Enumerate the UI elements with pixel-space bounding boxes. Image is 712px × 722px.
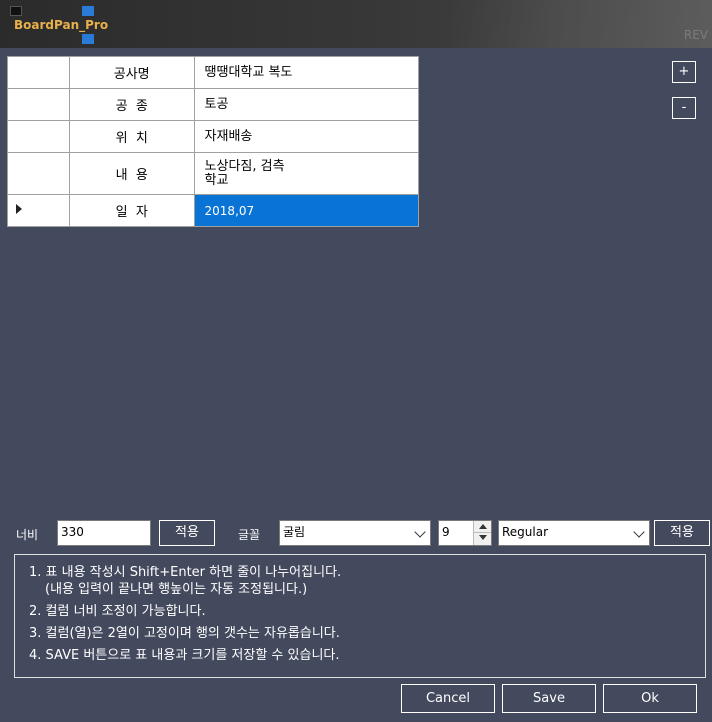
row-header[interactable] bbox=[7, 88, 70, 121]
logo-text: BoardPan_Pro bbox=[14, 18, 109, 32]
spin-down-icon[interactable] bbox=[479, 535, 487, 540]
row-header-current[interactable] bbox=[7, 194, 70, 227]
apply-width-button[interactable]: 적용 bbox=[159, 520, 215, 546]
row-label[interactable]: 공 종 bbox=[68, 88, 195, 121]
note-line: 1. 표 내용 작성시 Shift+Enter 하면 줄이 나누어집니다. bbox=[29, 565, 342, 580]
row-label[interactable]: 내 용 bbox=[68, 152, 195, 195]
note-line: 2. 컬럼 너비 조정이 가능합니다. bbox=[29, 604, 206, 619]
spin-up-icon[interactable] bbox=[479, 524, 487, 529]
logo-block-blue-top bbox=[82, 6, 94, 16]
row-label[interactable]: 공사명 bbox=[68, 56, 195, 89]
table-row[interactable]: 내 용 노상다짐, 검측 학교 bbox=[7, 152, 420, 195]
row-label[interactable]: 위 치 bbox=[68, 120, 195, 153]
table-row[interactable]: 일 자 2018,07 bbox=[7, 194, 420, 227]
row-value[interactable]: 노상다짐, 검측 학교 bbox=[193, 152, 420, 195]
logo-block-blue-bottom bbox=[82, 34, 94, 44]
save-button[interactable]: Save bbox=[502, 684, 596, 713]
row-header[interactable] bbox=[7, 152, 70, 195]
font-style-value: Regular bbox=[502, 525, 549, 539]
current-row-arrow-icon bbox=[16, 204, 22, 214]
font-size-value: 9 bbox=[442, 525, 450, 539]
row-value[interactable]: 땡땡대학교 복도 bbox=[193, 56, 420, 89]
width-input[interactable]: 330 bbox=[57, 520, 151, 546]
chevron-down-icon bbox=[633, 526, 645, 538]
row-value-line: 노상다짐, 검측 bbox=[204, 158, 285, 174]
spinner[interactable] bbox=[473, 521, 491, 545]
board-table: 공사명 땡땡대학교 복도 공 종 토공 위 치 자재배송 내 용 노상다짐, 검… bbox=[7, 56, 420, 227]
logo-block-dark bbox=[10, 6, 22, 16]
width-label: 너비 bbox=[16, 528, 39, 542]
row-value[interactable]: 토공 bbox=[193, 88, 420, 121]
ok-button[interactable]: Ok bbox=[603, 684, 697, 713]
row-value[interactable]: 자재배송 bbox=[193, 120, 420, 153]
remove-row-button[interactable]: - bbox=[672, 97, 696, 119]
title-bar: REV BoardPan_Pro bbox=[0, 0, 712, 48]
table-row[interactable]: 공사명 땡땡대학교 복도 bbox=[7, 56, 420, 89]
row-label[interactable]: 일 자 bbox=[68, 194, 195, 227]
note-line: 4. SAVE 버튼으로 표 내용과 크기를 저장할 수 있습니다. bbox=[29, 648, 340, 663]
table-row[interactable]: 공 종 토공 bbox=[7, 88, 420, 121]
font-select-value: 굴림 bbox=[283, 525, 306, 539]
row-header[interactable] bbox=[7, 120, 70, 153]
spinner-divider bbox=[474, 532, 491, 533]
help-notes: 1. 표 내용 작성시 Shift+Enter 하면 줄이 나누어집니다. (내… bbox=[14, 554, 706, 678]
row-value-selected[interactable]: 2018,07 bbox=[193, 194, 420, 227]
cancel-button[interactable]: Cancel bbox=[401, 684, 495, 713]
header-decoration-text: REV bbox=[683, 28, 708, 42]
font-label: 글꼴 bbox=[238, 528, 261, 542]
apply-font-button[interactable]: 적용 bbox=[654, 520, 710, 546]
chevron-down-icon bbox=[414, 526, 426, 538]
app-logo: BoardPan_Pro bbox=[10, 6, 110, 44]
row-value-line: 학교 bbox=[204, 172, 229, 188]
note-line: (내용 입력이 끝나면 행높이는 자동 조정됩니다.) bbox=[45, 582, 308, 597]
font-style-select[interactable]: Regular bbox=[498, 520, 650, 546]
table-row[interactable]: 위 치 자재배송 bbox=[7, 120, 420, 153]
font-select[interactable]: 굴림 bbox=[279, 520, 431, 546]
font-size-stepper[interactable]: 9 bbox=[438, 520, 492, 546]
header-decoration bbox=[452, 0, 712, 48]
row-header[interactable] bbox=[7, 56, 70, 89]
add-row-button[interactable]: + bbox=[672, 61, 696, 83]
note-line: 3. 컬럼(열)은 2열이 고정이며 행의 갯수는 자유롭습니다. bbox=[29, 626, 340, 641]
